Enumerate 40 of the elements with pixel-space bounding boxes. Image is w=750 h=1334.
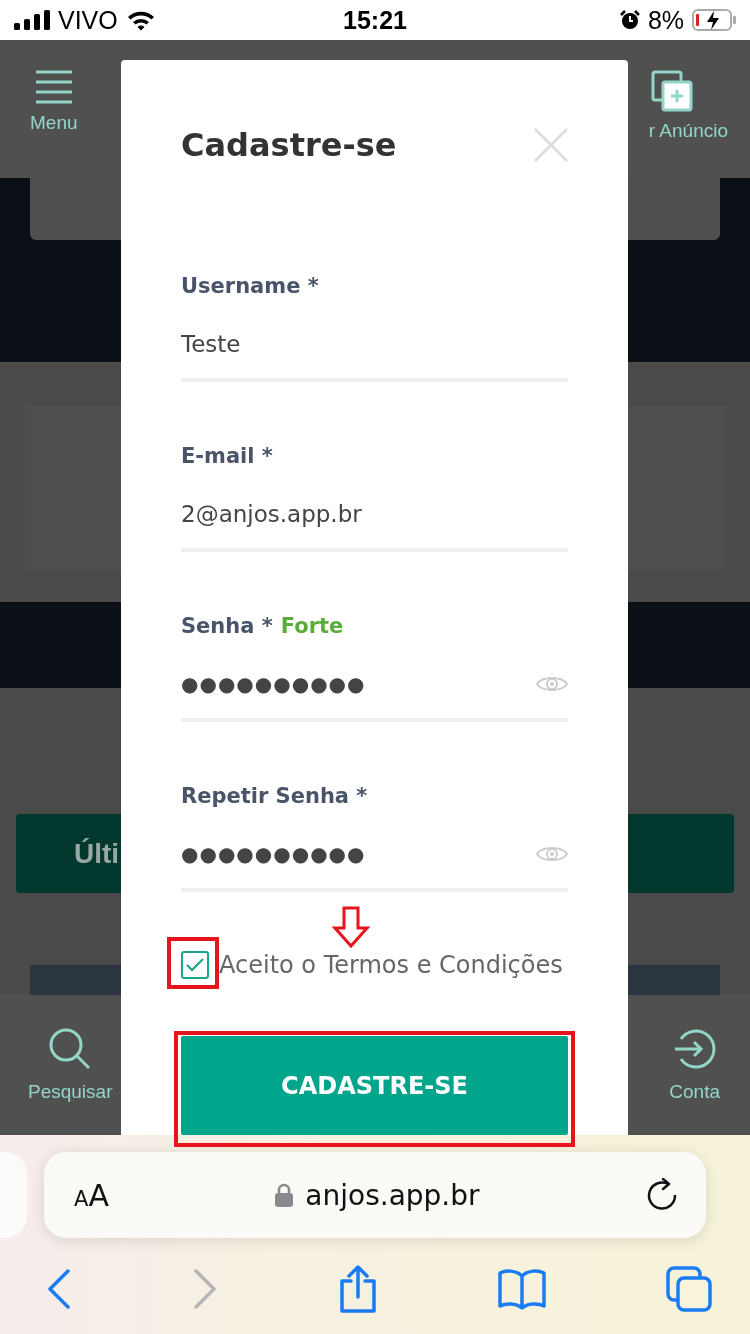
back-icon[interactable] bbox=[46, 1269, 72, 1309]
field-label: E-mail * bbox=[181, 443, 273, 470]
nav-label[interactable]: Conta bbox=[669, 1081, 720, 1103]
book-icon[interactable] bbox=[498, 1268, 546, 1310]
battery-charging-icon bbox=[692, 9, 736, 31]
input-field[interactable]: Teste bbox=[181, 326, 568, 382]
alarm-icon bbox=[619, 10, 640, 30]
menu-label[interactable]: Menu bbox=[30, 112, 78, 134]
address-bar[interactable]: AA anjos.app.br bbox=[44, 1152, 706, 1238]
menu-icon[interactable] bbox=[35, 70, 72, 104]
share-icon[interactable] bbox=[338, 1265, 378, 1313]
battery-percent: 8% bbox=[647, 5, 684, 35]
down-arrow-icon bbox=[332, 906, 370, 948]
terms-label[interactable]: Aceito o Termos e Condições bbox=[219, 950, 563, 979]
field-label: Username * bbox=[181, 273, 319, 300]
carrier-name: VIVO bbox=[58, 5, 118, 35]
password-strength: Forte bbox=[280, 613, 344, 640]
copy-plus-icon[interactable] bbox=[650, 70, 693, 112]
signal-icon bbox=[14, 10, 50, 30]
new-ad-label[interactable]: r Anúncio bbox=[648, 120, 728, 142]
clock-time: 15:21 bbox=[343, 5, 407, 35]
check-icon bbox=[186, 957, 204, 972]
checkbox[interactable] bbox=[181, 950, 209, 979]
lock-icon bbox=[275, 1183, 294, 1207]
url-text: anjos.app.br bbox=[305, 1178, 480, 1212]
highlight-frame bbox=[167, 937, 219, 989]
tabs-icon[interactable] bbox=[666, 1266, 712, 1312]
reload-icon[interactable] bbox=[646, 1178, 678, 1212]
field-label: Senha * bbox=[181, 613, 273, 640]
password-field[interactable]: ●●●●●●●●●● bbox=[181, 666, 568, 722]
field-label: Repetir Senha * bbox=[181, 783, 368, 810]
input-field[interactable]: 2@anjos.app.br bbox=[181, 496, 568, 552]
nav-label[interactable]: Pesquisar bbox=[28, 1081, 113, 1103]
password-field[interactable]: ●●●●●●●●●● bbox=[181, 836, 568, 892]
banner-title: Últi bbox=[74, 837, 120, 870]
text-size-button[interactable]: AA bbox=[74, 1177, 109, 1213]
search-icon[interactable] bbox=[48, 1027, 93, 1071]
dialog-title: Cadastre-se bbox=[181, 125, 397, 165]
wifi-icon bbox=[125, 9, 156, 31]
login-icon[interactable] bbox=[672, 1027, 717, 1071]
